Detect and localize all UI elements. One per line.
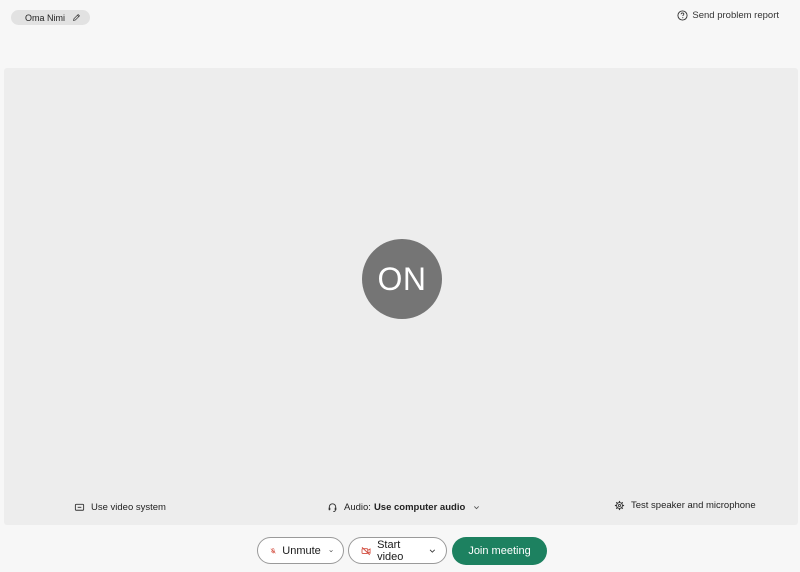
screen-icon: [74, 503, 85, 511]
gear-icon: [614, 500, 625, 511]
meeting-preview-screen: Oma Nimi Send problem report ON Use vide…: [0, 0, 800, 572]
camera-off-icon: [361, 546, 371, 555]
audio-label: Audio:: [344, 502, 371, 513]
meeting-controls: Unmute Start video Join meeting: [0, 537, 800, 565]
chevron-down-icon: [474, 506, 480, 510]
audio-value: Use computer audio: [373, 502, 466, 513]
avatar: ON: [362, 239, 442, 319]
video-preview-area: ON Use video system Audio: Use computer …: [4, 68, 798, 525]
pencil-icon: [72, 13, 81, 22]
audio-selector[interactable]: Audio: Use computer audio: [327, 502, 480, 513]
unmute-label: Unmute: [282, 544, 321, 557]
start-video-label: Start video: [377, 538, 404, 563]
unmute-button[interactable]: Unmute: [257, 537, 344, 564]
use-video-system-button[interactable]: Use video system: [74, 502, 166, 513]
chevron-down-icon[interactable]: [429, 547, 436, 555]
start-video-button[interactable]: Start video: [348, 537, 447, 564]
join-meeting-button[interactable]: Join meeting: [452, 537, 547, 565]
send-problem-report-label: Send problem report: [692, 10, 779, 21]
user-name: Oma Nimi: [25, 12, 65, 23]
chevron-down-icon[interactable]: [329, 547, 333, 555]
use-video-system-label: Use video system: [91, 502, 166, 513]
microphone-muted-icon: [270, 547, 276, 554]
test-speaker-microphone-label: Test speaker and microphone: [631, 500, 756, 511]
send-problem-report-link[interactable]: Send problem report: [677, 10, 779, 21]
headset-icon: [328, 503, 337, 513]
test-speaker-microphone-button[interactable]: Test speaker and microphone: [614, 500, 756, 511]
question-circle-icon: [677, 10, 688, 21]
user-name-chip[interactable]: Oma Nimi: [11, 10, 90, 25]
